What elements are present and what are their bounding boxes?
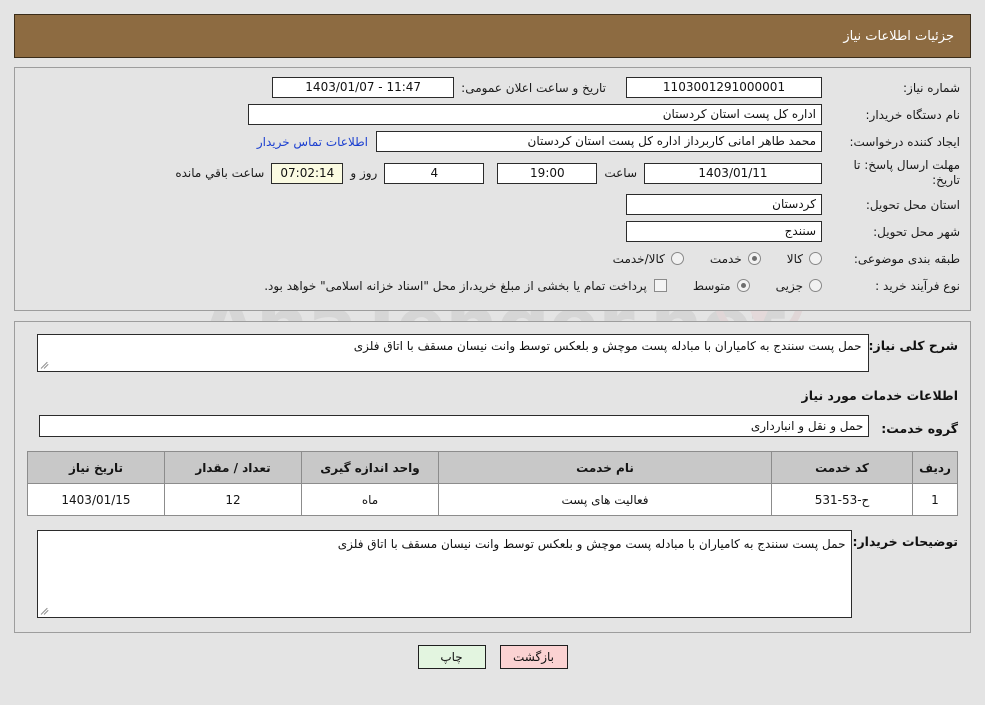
row-creator: ایجاد کننده درخواست: محمد طاهر امانی کار…: [25, 131, 960, 152]
process-label: نوع فرآیند خرید :: [875, 278, 960, 293]
process-option-motevaset[interactable]: متوسط: [693, 279, 750, 293]
need-details-section: شرح کلی نیاز: حمل پست سنندج به کامیاران …: [14, 321, 971, 633]
row-process: نوع فرآیند خرید : جزیی متوسط پرداخت تمام…: [25, 275, 960, 296]
services-table: ردیف کد خدمت نام خدمت واحد اندازه گیری ت…: [27, 451, 958, 516]
treasury-checkbox[interactable]: [653, 279, 667, 292]
category-option-kala-label: کالا: [786, 251, 803, 266]
province-label: استان محل تحویل:: [865, 197, 960, 212]
remaining-days-label: روز و: [350, 166, 378, 180]
process-option-jozei-label: جزیی: [775, 278, 803, 293]
col-header-name: نام خدمت: [438, 451, 772, 484]
col-header-code: کد خدمت: [771, 451, 913, 484]
buyer-contact-link[interactable]: اطلاعات تماس خریدار: [257, 135, 376, 149]
page-title: جزئیات اطلاعات نیاز: [843, 28, 954, 44]
row-general-description: شرح کلی نیاز: حمل پست سنندج به کامیاران …: [27, 334, 958, 372]
announce-value: 11:47 - 1403/01/07: [272, 77, 455, 98]
creator-value: محمد طاهر امانی کاربرداز اداره کل پست اس…: [376, 131, 822, 152]
service-group-value: حمل و نقل و انبارداری: [39, 415, 870, 437]
city-label: شهر محل تحویل:: [873, 224, 960, 239]
buyer-notes-label: توضیحات خریدار:: [852, 534, 958, 549]
deadline-date-value: 1403/01/11: [644, 162, 822, 184]
category-radio-group: کالا خدمت کالا/خدمت: [587, 252, 822, 266]
announce-label: تاریخ و ساعت اعلان عمومی:: [461, 80, 606, 95]
row-deadline: مهلت ارسال پاسخ: تا تاریخ: 1403/01/11 سا…: [25, 158, 960, 188]
service-group-label: گروه خدمت:: [881, 420, 958, 436]
services-section-title: اطلاعات خدمات مورد نیاز: [801, 388, 959, 403]
creator-label: ایجاد کننده درخواست:: [849, 134, 960, 149]
category-option-khedmat[interactable]: خدمت: [710, 252, 761, 266]
radio-jozei-icon[interactable]: [809, 279, 822, 292]
col-header-qty: تعداد / مقدار: [164, 451, 302, 484]
page-header: جزئیات اطلاعات نیاز: [14, 14, 971, 58]
buyer-org-label: نام دستگاه خریدار:: [865, 107, 961, 122]
radio-kala-icon[interactable]: [809, 252, 822, 265]
buyer-org-value: اداره کل پست استان کردستان: [248, 104, 822, 125]
deadline-hour-value: 19:00: [497, 162, 598, 184]
category-option-kala-khedmat[interactable]: کالا/خدمت: [613, 252, 684, 266]
radio-kala-khedmat-icon[interactable]: [670, 252, 684, 265]
row-buyer-notes: توضیحات خریدار: حمل پست سنندج به کامیارا…: [27, 530, 958, 618]
row-province: استان محل تحویل: کردستان: [25, 194, 960, 215]
province-value: کردستان: [626, 194, 822, 215]
cell-date: 1403/01/15: [27, 483, 165, 516]
radio-khedmat-icon[interactable]: [747, 252, 761, 265]
radio-motevaset-icon[interactable]: [736, 279, 750, 292]
process-option-jozei[interactable]: جزیی: [776, 279, 822, 293]
need-number-value: 1103001291000001: [626, 77, 822, 98]
row-city: شهر محل تحویل: سنندج: [25, 221, 960, 242]
remaining-days-value: 4: [384, 162, 485, 184]
col-header-date: تاریخ نیاز: [27, 451, 165, 484]
city-value: سنندج: [626, 221, 822, 242]
deadline-label: مهلت ارسال پاسخ: تا تاریخ:: [853, 158, 960, 187]
row-category: طبقه بندی موضوعی: کالا خدمت کالا/خدمت: [25, 248, 960, 269]
countdown-value: 07:02:14: [271, 162, 344, 184]
countdown-label: ساعت باقي مانده: [175, 166, 265, 180]
row-need-number: شماره نیاز: 1103001291000001 تاریخ و ساع…: [25, 77, 960, 98]
cell-code: ح-53-531: [771, 483, 913, 516]
print-button[interactable]: چاپ: [417, 645, 486, 669]
process-radio-group: جزیی متوسط: [667, 279, 822, 293]
back-button[interactable]: بازگشت: [499, 645, 568, 669]
page-root: جزئیات اطلاعات نیاز AnaTender.net شماره …: [0, 14, 985, 705]
treasury-note: پرداخت تمام یا بخشی از مبلغ خرید،از محل …: [264, 278, 647, 293]
description-textarea[interactable]: حمل پست سنندج به کامیاران با مبادله پست …: [37, 334, 869, 372]
category-option-kala-khedmat-label: کالا/خدمت: [612, 251, 665, 266]
resize-grip-icon: [40, 360, 50, 370]
category-option-khedmat-label: خدمت: [709, 251, 742, 266]
deadline-hour-label: ساعت: [604, 166, 637, 180]
row-buyer-org: نام دستگاه خریدار: اداره کل پست استان کر…: [25, 104, 960, 125]
cell-qty: 12: [164, 483, 302, 516]
cell-name: فعالیت های پست: [438, 483, 772, 516]
buyer-notes-textarea[interactable]: حمل پست سنندج به کامیاران با مبادله پست …: [37, 530, 853, 618]
cell-unit: ماه: [301, 483, 439, 516]
table-header-row: ردیف کد خدمت نام خدمت واحد اندازه گیری ت…: [27, 451, 958, 484]
category-option-kala[interactable]: کالا: [787, 252, 822, 266]
footer-actions: بازگشت چاپ: [14, 645, 971, 669]
need-info-panel: شماره نیاز: 1103001291000001 تاریخ و ساع…: [14, 67, 971, 311]
col-header-radif: ردیف: [912, 451, 958, 484]
cell-radif: 1: [912, 483, 958, 516]
need-number-label: شماره نیاز:: [903, 80, 960, 95]
table-row: 1 ح-53-531 فعالیت های پست ماه 12 1403/01…: [27, 483, 958, 516]
description-label: شرح کلی نیاز:: [868, 338, 958, 353]
col-header-unit: واحد اندازه گیری: [301, 451, 439, 484]
resize-grip-icon: [40, 606, 50, 616]
row-service-group: گروه خدمت: حمل و نقل و انبارداری: [27, 415, 958, 437]
category-label: طبقه بندی موضوعی:: [853, 251, 960, 266]
process-option-motevaset-label: متوسط: [692, 278, 731, 293]
